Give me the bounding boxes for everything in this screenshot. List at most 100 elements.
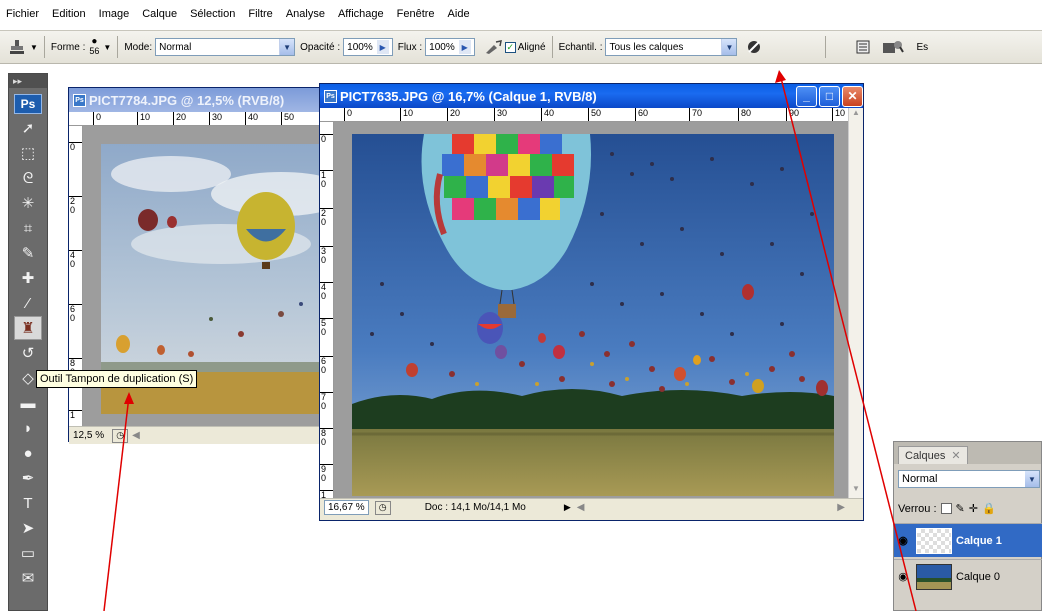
type-tool-icon[interactable]: T [14, 491, 42, 515]
blend-mode-select[interactable]: Normal ▼ [898, 470, 1040, 488]
opacity-field[interactable]: 100% ▶ [343, 38, 393, 56]
scroll-left-icon[interactable]: ◀ [132, 430, 140, 441]
espace-de-travail-label[interactable]: Es [916, 42, 928, 53]
tab-calques[interactable]: Calques ✕ [898, 446, 968, 464]
canvas-area[interactable] [334, 122, 848, 498]
echantil-label: Echantil. : [558, 41, 603, 53]
clone-stamp-preset-icon[interactable] [6, 36, 28, 58]
ruler-label: 4 0 [69, 250, 82, 269]
airbrush-icon[interactable] [483, 36, 505, 58]
mode-select[interactable]: Normal ▼ [155, 38, 296, 56]
blur-tool-icon[interactable]: ◗ [14, 416, 42, 440]
menu-edition[interactable]: Edition [52, 8, 86, 20]
window-titlebar[interactable]: Ps PICT7784.JPG @ 12,5% (RVB/8) [69, 88, 339, 112]
horizontal-ruler[interactable]: 0 10 20 30 40 50 [69, 112, 341, 126]
crop-tool-icon[interactable]: ⌗ [14, 216, 42, 240]
layer-name[interactable]: Calque 0 [956, 571, 1000, 583]
aligne-checkbox[interactable]: ✓ Aligné [504, 41, 546, 53]
menu-fichier[interactable]: Fichier [6, 8, 39, 20]
vertical-ruler[interactable]: 0 1 0 2 0 3 0 4 0 5 0 6 0 7 0 8 0 9 0 1 [320, 122, 334, 498]
zoom-field[interactable]: 16,67 % [324, 500, 369, 515]
lock-transparency-icon[interactable] [940, 503, 952, 514]
flow-value: 100% [429, 41, 455, 53]
move-tool-icon[interactable]: ➚ [14, 116, 42, 140]
menu-selection[interactable]: Sélection [190, 8, 235, 20]
scroll-up-icon[interactable]: ▲ [849, 108, 863, 122]
lock-all-icon[interactable]: 🔒 [982, 502, 996, 515]
eye-icon[interactable]: ◉ [894, 534, 912, 547]
close-button[interactable]: ✕ [842, 85, 863, 107]
brush-tool-icon[interactable]: ⁄ [14, 291, 42, 315]
status-flyout-icon[interactable]: ▶ [564, 502, 571, 513]
menu-filtre[interactable]: Filtre [248, 8, 272, 20]
status-menu-icon[interactable]: ◷ [374, 500, 391, 515]
preset-dropdown-icon[interactable]: ▼ [30, 43, 38, 52]
ruler-label: 20 [447, 108, 460, 121]
history-brush-tool-icon[interactable]: ↺ [14, 341, 42, 365]
ignore-adjustment-layers-icon[interactable] [743, 36, 765, 58]
palette-well-icon[interactable] [852, 36, 874, 58]
forme-label: Forme : [50, 41, 86, 53]
status-menu-icon[interactable]: ◷ [112, 428, 129, 443]
marquee-tool-icon[interactable]: ⬚ [14, 141, 42, 165]
scroll-left-icon[interactable]: ◀ [577, 502, 585, 513]
checkmark-icon: ✓ [504, 41, 516, 53]
scroll-down-icon[interactable]: ▼ [849, 484, 863, 498]
shape-tool-icon[interactable]: ▭ [14, 541, 42, 565]
healing-brush-tool-icon[interactable]: ✚ [14, 266, 42, 290]
tools-panel: ▸▸ Ps ➚ ⬚ ᘓ ✳ ⌗ ✎ ✚ ⁄ ♜ ↺ ◇ ▬ ◗ ● ✒ T ➤ … [8, 73, 48, 611]
mode-value: Normal [159, 41, 192, 53]
notes-tool-icon[interactable]: ✉ [14, 566, 42, 590]
menu-analyse[interactable]: Analyse [286, 8, 325, 20]
layer-row-calque-1[interactable]: ◉ Calque 1 [894, 523, 1042, 557]
slice-tool-icon[interactable]: ✎ [14, 241, 42, 265]
ruler-label: 9 0 [320, 464, 333, 483]
ruler-label: 6 0 [320, 356, 333, 375]
menu-image[interactable]: Image [99, 8, 130, 20]
menu-fenetre[interactable]: Fenêtre [397, 8, 435, 20]
lasso-tool-icon[interactable]: ᘓ [14, 166, 42, 190]
brush-picker[interactable]: ● 56 [89, 37, 99, 57]
layer-name[interactable]: Calque 1 [956, 535, 1002, 547]
lock-position-icon[interactable]: ✛ [969, 502, 978, 515]
ruler-label: 10 [400, 108, 413, 121]
menu-aide[interactable]: Aide [448, 8, 470, 20]
brush-dropdown-icon[interactable]: ▼ [103, 43, 111, 52]
maximize-button[interactable]: □ [819, 85, 840, 107]
scroll-right-icon[interactable]: ▶ [837, 502, 845, 513]
layer-row-calque-0[interactable]: ◉ Calque 0 [894, 559, 1042, 593]
menu-calque[interactable]: Calque [142, 8, 177, 20]
window-titlebar[interactable]: Ps PICT7635.JPG @ 16,7% (Calque 1, RVB/8… [320, 84, 863, 108]
vertical-scrollbar[interactable]: ▲ ▼ [848, 108, 863, 498]
menu-affichage[interactable]: Affichage [338, 8, 384, 20]
slider-flyout-icon[interactable]: ▶ [458, 40, 471, 54]
clone-stamp-tool-icon[interactable]: ♜ [14, 316, 42, 340]
minimize-button[interactable]: _ [796, 85, 817, 107]
eye-icon[interactable]: ◉ [894, 570, 912, 583]
path-selection-tool-icon[interactable]: ➤ [14, 516, 42, 540]
close-tab-icon[interactable]: ✕ [951, 450, 960, 462]
horizontal-ruler[interactable]: 0 10 20 30 40 50 60 70 80 90 10 [320, 108, 848, 122]
pen-tool-icon[interactable]: ✒ [14, 466, 42, 490]
arrowhead-icon [775, 70, 786, 83]
document-window-pict7635[interactable]: Ps PICT7635.JPG @ 16,7% (Calque 1, RVB/8… [319, 83, 864, 521]
ruler-label: 4 0 [320, 282, 333, 301]
magic-wand-tool-icon[interactable]: ✳ [14, 191, 42, 215]
bridge-icon[interactable] [882, 36, 905, 58]
slider-flyout-icon[interactable]: ▶ [376, 40, 389, 54]
gradient-tool-icon[interactable]: ▬ [14, 391, 42, 415]
ruler-label: 6 0 [69, 304, 82, 323]
status-bar: 12,5 % ◷ ◀ [69, 426, 341, 444]
balloon-photo [352, 134, 834, 496]
photoshop-logo: Ps [14, 94, 42, 114]
ruler-label: 40 [245, 112, 258, 125]
document-window-pict7784[interactable]: Ps PICT7784.JPG @ 12,5% (RVB/8) 0 10 20 … [68, 87, 359, 444]
panel-grip[interactable]: ▸▸ [9, 74, 47, 88]
chevron-down-icon: ▼ [721, 39, 737, 55]
lock-label: Verrou : [898, 502, 937, 515]
flow-field[interactable]: 100% ▶ [425, 38, 475, 56]
dodge-tool-icon[interactable]: ● [14, 441, 42, 465]
lock-paint-icon[interactable]: ✎ [956, 502, 965, 515]
zoom-field[interactable]: 12,5 % [73, 430, 104, 441]
sample-select[interactable]: Tous les calques ▼ [605, 38, 738, 56]
